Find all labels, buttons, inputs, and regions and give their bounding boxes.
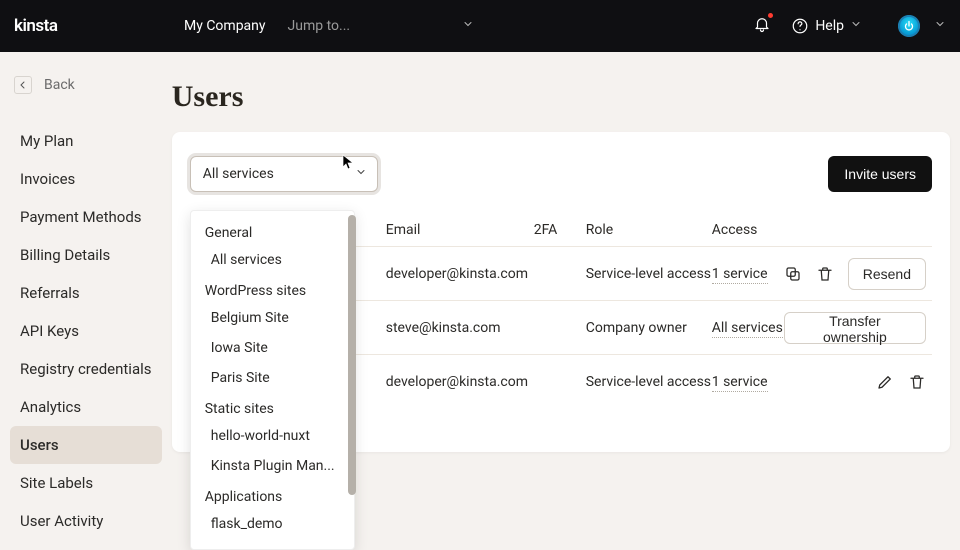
cell-email: steve@kinsta.com (386, 320, 534, 336)
sidebar-item[interactable]: User Activity (10, 502, 162, 540)
sidebar-item[interactable]: My Plan (10, 122, 162, 160)
chevron-down-icon[interactable] (934, 18, 946, 34)
sidebar-item[interactable]: Referrals (10, 274, 162, 312)
dropdown-item[interactable]: flask_demo (191, 509, 354, 539)
back-link[interactable]: Back (10, 70, 162, 108)
dropdown-item[interactable]: All services (191, 245, 354, 275)
jump-placeholder: Jump to... (288, 18, 351, 34)
sidebar-item[interactable]: Payment Methods (10, 198, 162, 236)
sidebar-item[interactable]: Site Labels (10, 464, 162, 502)
dropdown-group-label: General (191, 217, 354, 245)
services-filter-dropdown[interactable]: GeneralAll servicesWordPress sitesBelgiu… (190, 210, 355, 550)
help-label: Help (815, 18, 844, 34)
resend-button[interactable]: Resend (848, 258, 926, 290)
sidebar-item[interactable]: Users (10, 426, 162, 464)
cell-role: Service-level access (586, 374, 712, 390)
avatar[interactable] (898, 15, 920, 37)
help-menu[interactable]: Help (791, 17, 862, 35)
sidebar-item[interactable]: Registry credentials (10, 350, 162, 388)
users-panel: All services Invite users Name Email 2FA… (172, 132, 950, 452)
company-name: My Company (184, 18, 266, 34)
dropdown-item[interactable]: hello-world-nuxt (191, 421, 354, 451)
topbar: kinsta My Company Jump to... Help (0, 0, 960, 52)
cell-access[interactable]: 1 service (712, 374, 768, 392)
dropdown-group-label: WordPress sites (191, 275, 354, 303)
col-access: Access (712, 222, 784, 238)
scrollbar[interactable] (348, 215, 356, 495)
services-filter-label: All services (203, 166, 274, 182)
arrow-left-icon (14, 76, 32, 94)
services-filter[interactable]: All services (190, 156, 378, 192)
transfer-ownership-button[interactable]: Transfer ownership (784, 312, 926, 344)
dropdown-item[interactable]: Iowa Site (191, 333, 354, 363)
notifications-icon[interactable] (753, 15, 771, 37)
col-2fa: 2FA (534, 222, 586, 238)
col-email: Email (386, 222, 534, 238)
chevron-down-icon (850, 18, 862, 34)
edit-icon[interactable] (876, 373, 894, 391)
sidebar: Back My PlanInvoicesPayment MethodsBilli… (0, 52, 172, 527)
sidebar-item[interactable]: Invoices (10, 160, 162, 198)
col-role: Role (586, 222, 712, 238)
dropdown-item[interactable]: Paris Site (191, 363, 354, 393)
logo: kinsta (14, 16, 184, 36)
cell-role: Service-level access (586, 266, 712, 282)
cell-role: Company owner (586, 320, 712, 336)
invite-users-button[interactable]: Invite users (828, 156, 932, 192)
sidebar-item[interactable]: Analytics (10, 388, 162, 426)
dropdown-item[interactable]: Belgium Site (191, 303, 354, 333)
cell-access[interactable]: All services (712, 320, 783, 338)
copy-icon[interactable] (784, 265, 802, 283)
chevron-down-icon (462, 18, 474, 34)
dropdown-group-label: Static sites (191, 393, 354, 421)
sidebar-item[interactable]: Billing Details (10, 236, 162, 274)
sidebar-item[interactable]: API Keys (10, 312, 162, 350)
main-content: Users All services Invite users Name Ema… (172, 52, 960, 527)
page-title: Users (172, 80, 950, 114)
dropdown-group-label: Applications (191, 481, 354, 509)
cell-email: developer@kinsta.com (386, 374, 534, 390)
trash-icon[interactable] (816, 265, 834, 283)
back-label: Back (44, 77, 75, 93)
trash-icon[interactable] (908, 373, 926, 391)
chevron-down-icon (355, 166, 367, 182)
cell-access[interactable]: 1 service (712, 266, 768, 284)
cell-email: developer@kinsta.com (386, 266, 534, 282)
dropdown-item[interactable]: Kinsta Plugin Man... (191, 451, 354, 481)
company-switcher[interactable]: My Company Jump to... (184, 18, 474, 34)
